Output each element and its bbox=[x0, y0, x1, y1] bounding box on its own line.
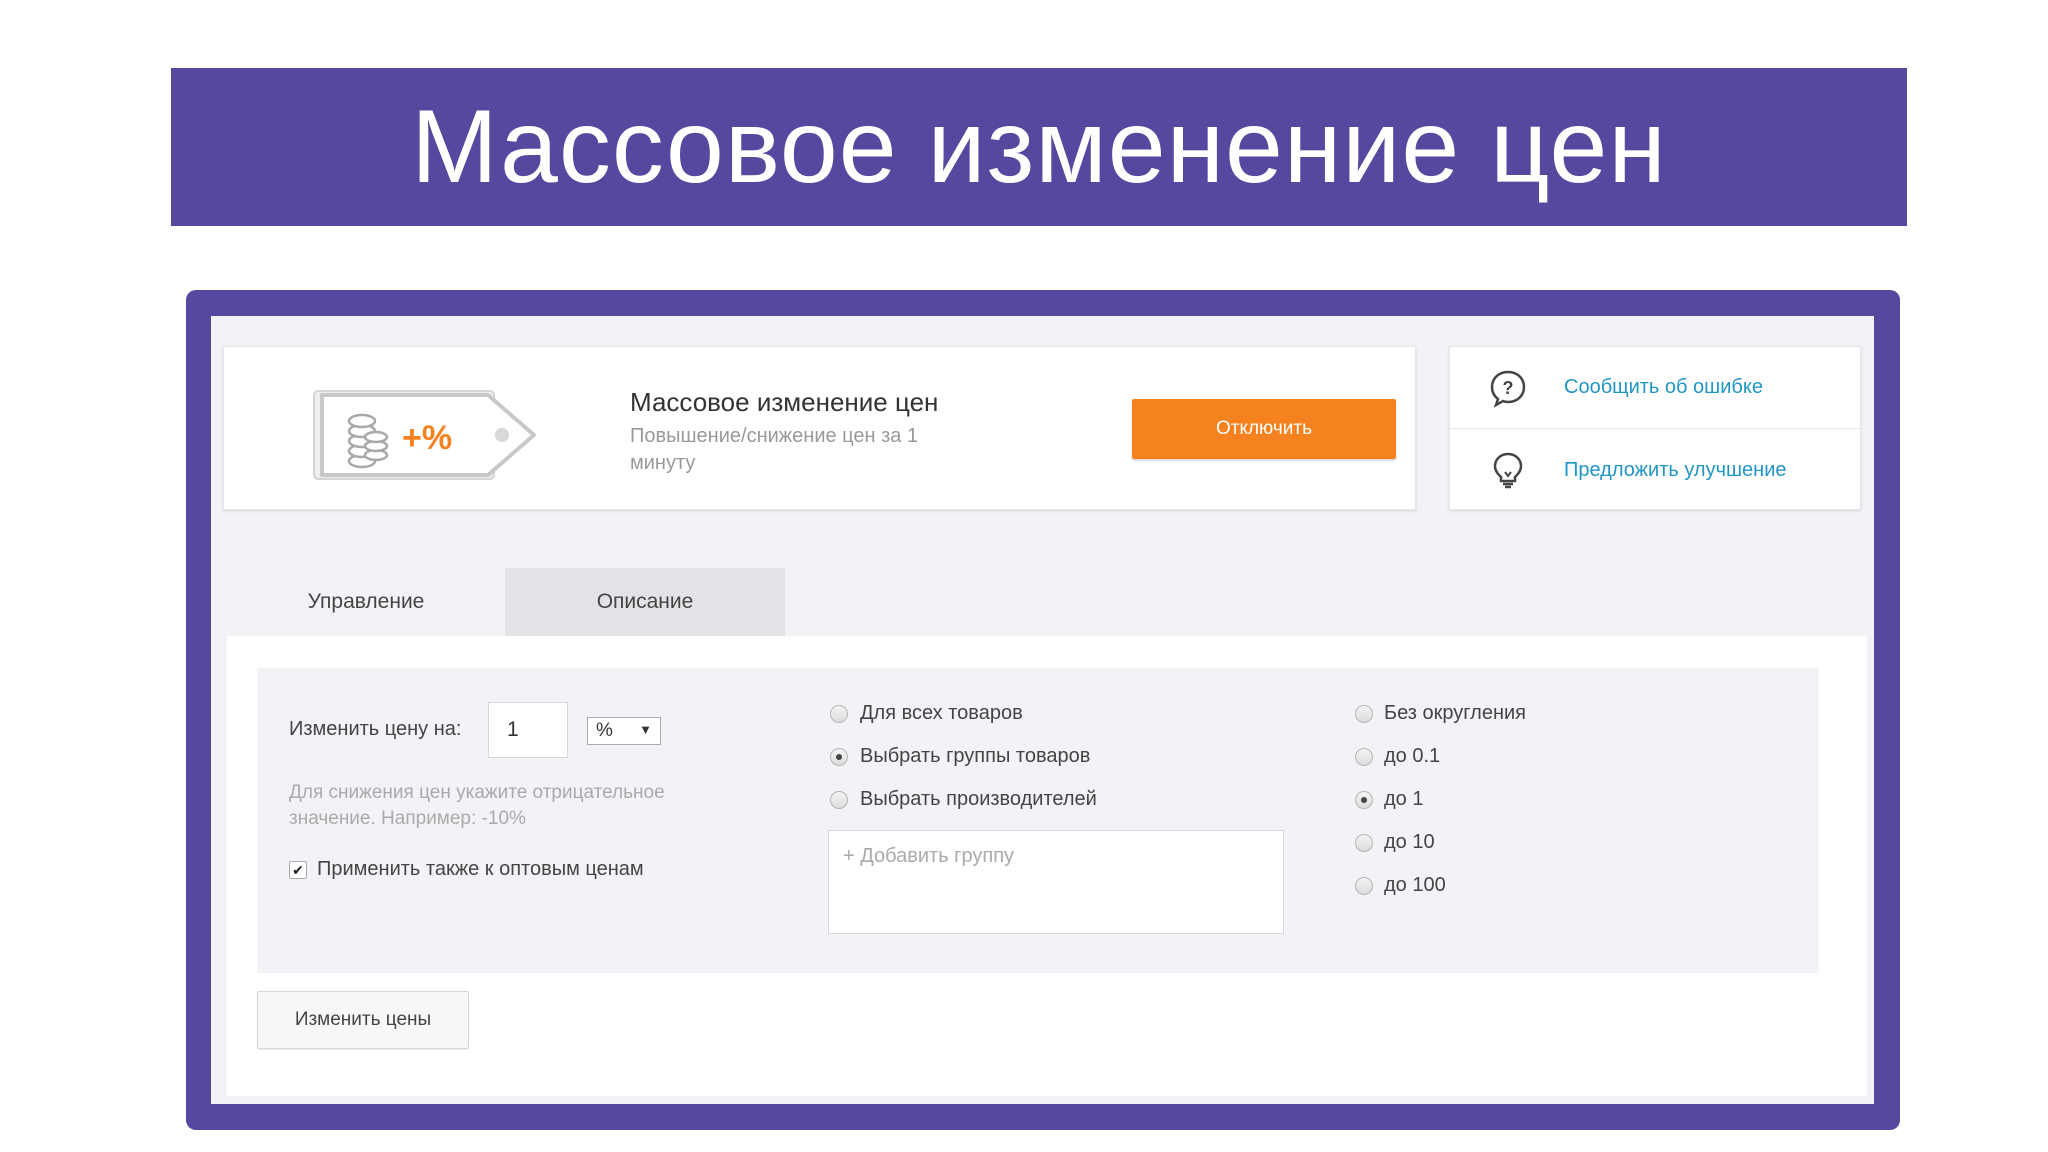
scope-label-all: Для всех товаров bbox=[860, 702, 1023, 724]
scope-label-groups: Выбрать группы товаров bbox=[860, 745, 1091, 767]
app-header-card: +% Массовое изменение цен Повышение/сниж… bbox=[223, 346, 1416, 510]
slide-title-banner: Массовое изменение цен bbox=[171, 68, 1907, 226]
scope-radio-groups[interactable] bbox=[830, 748, 848, 766]
suggest-improvement-link[interactable]: Предложить улучшение bbox=[1564, 459, 1787, 482]
unit-select[interactable]: % ▼ bbox=[587, 717, 661, 745]
rounding-label-1: до 1 bbox=[1384, 788, 1424, 810]
dropdown-arrow-icon: ▼ bbox=[639, 722, 652, 737]
report-error-link[interactable]: Сообщить об ошибке bbox=[1564, 376, 1763, 399]
help-card: ? Сообщить об ошибке Предложить улучшени… bbox=[1449, 346, 1861, 510]
price-tag-logo-icon: +% bbox=[313, 390, 536, 480]
scope-label-manufacturers: Выбрать производителей bbox=[860, 788, 1097, 810]
rounding-label-10: до 10 bbox=[1384, 831, 1435, 853]
change-prices-button[interactable]: Изменить цены bbox=[257, 991, 469, 1049]
lightbulb-icon bbox=[1493, 452, 1523, 489]
svg-text:?: ? bbox=[1503, 378, 1514, 398]
change-price-label: Изменить цену на: bbox=[289, 718, 462, 740]
rounding-label-100: до 100 bbox=[1384, 874, 1446, 896]
rounding-radio-1[interactable] bbox=[1355, 791, 1373, 809]
rounding-radio-100[interactable] bbox=[1355, 877, 1373, 895]
negative-value-hint: Для снижения цен укажите отрицательное з… bbox=[289, 782, 665, 829]
tab-bar: Управление Описание bbox=[227, 568, 785, 636]
wholesale-label: Применить также к оптовым ценам bbox=[317, 858, 644, 880]
app-subtitle: Повышение/снижение цен за 1 минуту bbox=[630, 425, 919, 474]
logo-text: +% bbox=[402, 419, 452, 457]
unit-select-value: % bbox=[596, 720, 613, 741]
tab-description[interactable]: Описание bbox=[505, 568, 785, 636]
report-error-row[interactable]: ? Сообщить об ошибке bbox=[1450, 347, 1860, 429]
add-group-placeholder: + Добавить группу bbox=[843, 845, 1015, 867]
settings-form: Изменить цену на: % ▼ Для снижения цен у… bbox=[257, 668, 1819, 973]
rounding-label-0-1: до 0.1 bbox=[1384, 745, 1441, 767]
scope-radio-all[interactable] bbox=[830, 705, 848, 723]
tab-panel: Изменить цену на: % ▼ Для снижения цен у… bbox=[227, 636, 1867, 1096]
add-group-field[interactable]: + Добавить группу bbox=[828, 830, 1284, 934]
app-title: Массовое изменение цен bbox=[630, 387, 939, 417]
suggest-improvement-row[interactable]: Предложить улучшение bbox=[1450, 429, 1860, 511]
change-price-input[interactable] bbox=[488, 702, 568, 758]
wholesale-checkbox[interactable]: ✔ bbox=[289, 861, 307, 879]
scope-radio-manufacturers[interactable] bbox=[830, 791, 848, 809]
disable-button[interactable]: Отключить bbox=[1132, 399, 1396, 459]
rounding-radio-none[interactable] bbox=[1355, 705, 1373, 723]
tab-management[interactable]: Управление bbox=[227, 568, 505, 636]
rounding-label-none: Без округления bbox=[1384, 702, 1527, 724]
app-screen: +% Массовое изменение цен Повышение/сниж… bbox=[211, 316, 1874, 1104]
question-bubble-icon: ? bbox=[1490, 370, 1526, 408]
rounding-radio-0-1[interactable] bbox=[1355, 748, 1373, 766]
slide-title: Массовое изменение цен bbox=[411, 88, 1667, 205]
rounding-radio-10[interactable] bbox=[1355, 834, 1373, 852]
